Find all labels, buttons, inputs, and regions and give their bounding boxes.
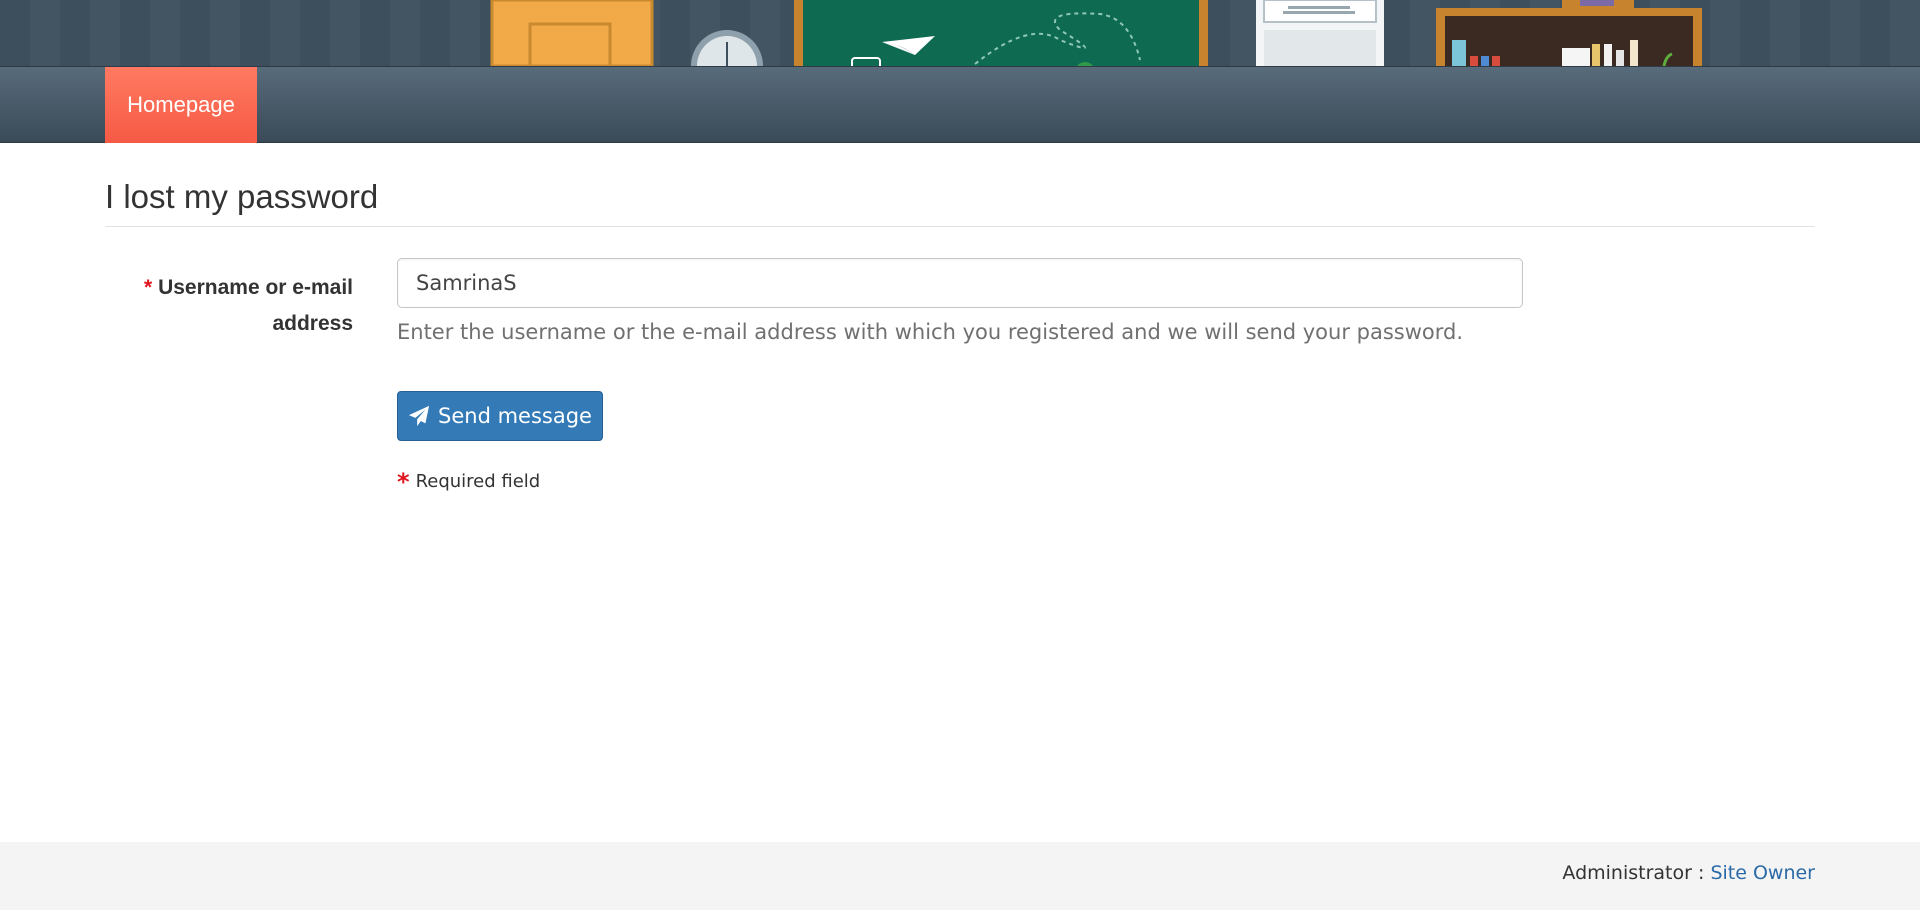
required-field-note: * Required field bbox=[397, 468, 540, 496]
username-help-text: Enter the username or the e-mail address… bbox=[397, 320, 1464, 344]
username-label: * Username or e-mail address bbox=[105, 270, 353, 342]
paper-plane-icon bbox=[408, 405, 430, 427]
chalkboard-illustration bbox=[794, 0, 1208, 66]
footer: Administrator : Site Owner bbox=[0, 842, 1920, 910]
door-illustration bbox=[490, 0, 654, 66]
required-note-text: Required field bbox=[415, 471, 541, 492]
send-message-button[interactable]: Send message bbox=[397, 391, 603, 441]
username-label-text: Username or e-mail address bbox=[158, 276, 353, 335]
footer-admin: Administrator : Site Owner bbox=[1562, 862, 1815, 884]
required-marker: * bbox=[144, 276, 153, 299]
classroom-illustration bbox=[490, 0, 1702, 66]
send-message-label: Send message bbox=[438, 404, 592, 428]
required-note-marker: * bbox=[397, 468, 410, 496]
header-banner bbox=[0, 0, 1920, 66]
bookshelf-illustration bbox=[1436, 0, 1702, 66]
cabinet-illustration bbox=[1256, 0, 1384, 66]
page-title: I lost my password bbox=[105, 178, 379, 215]
navbar: Homepage bbox=[0, 66, 1920, 143]
footer-admin-label: Administrator : bbox=[1562, 862, 1705, 884]
title-divider bbox=[105, 226, 1815, 227]
site-owner-link[interactable]: Site Owner bbox=[1710, 862, 1815, 884]
nav-homepage-link[interactable]: Homepage bbox=[105, 67, 257, 143]
clock-illustration bbox=[691, 30, 763, 66]
username-input[interactable] bbox=[397, 258, 1523, 308]
